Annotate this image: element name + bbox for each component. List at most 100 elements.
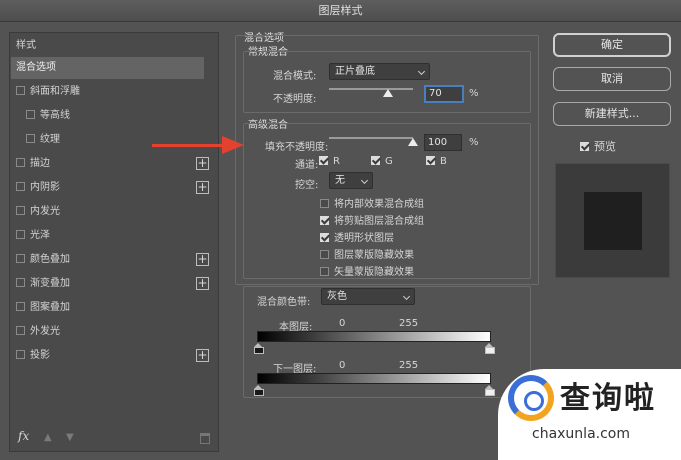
channel-b[interactable]: B: [426, 155, 447, 167]
vector-mask-hides-checkbox[interactable]: [320, 266, 329, 276]
bevel-emboss-checkbox[interactable]: [16, 85, 25, 95]
add-drop-shadow-icon[interactable]: +: [196, 349, 209, 362]
channel-r-checkbox[interactable]: [319, 155, 328, 165]
styles-item-inner-shadow[interactable]: 内阴影 +: [16, 177, 216, 199]
watermark-text: 查询啦: [560, 381, 656, 416]
inner-glow-checkbox[interactable]: [16, 205, 25, 215]
inner-shadow-checkbox[interactable]: [16, 181, 25, 191]
blend-interior-checkbox[interactable]: [320, 198, 329, 208]
add-inner-shadow-icon[interactable]: +: [196, 181, 209, 194]
chevron-down-icon: [417, 67, 426, 76]
add-color-overlay-icon[interactable]: +: [196, 253, 209, 266]
styles-item-label: 投影: [30, 350, 50, 361]
watermark: 查询啦 chaxunla.com: [498, 369, 681, 460]
channel-g-label: G: [385, 156, 393, 167]
channel-g-checkbox[interactable]: [371, 155, 380, 165]
blend-if-label: 混合颜色带:: [257, 297, 311, 308]
option-blend-clipped[interactable]: 将剪贴图层混合成组: [320, 212, 424, 227]
color-overlay-checkbox[interactable]: [16, 253, 25, 263]
underlying-layer-max: 255: [399, 360, 419, 371]
channel-r-label: R: [333, 156, 340, 167]
styles-item-label: 纹理: [40, 134, 60, 145]
blend-mode-label: 混合模式:: [273, 71, 317, 82]
preview-label: 预览: [594, 140, 616, 153]
fill-opacity-input[interactable]: 100: [424, 134, 462, 151]
styles-item-label: 内阴影: [30, 182, 60, 193]
blend-if-dropdown[interactable]: 灰色: [321, 288, 415, 305]
this-layer-max: 255: [399, 318, 419, 329]
opacity-unit: %: [469, 88, 479, 99]
styles-item-label: 外发光: [30, 326, 60, 337]
transparency-shapes-checkbox[interactable]: [320, 232, 329, 242]
ok-button[interactable]: 确定: [553, 33, 671, 57]
styles-item-label: 内发光: [30, 206, 60, 217]
fill-opacity-slider-thumb[interactable]: [408, 138, 418, 146]
styles-item-stroke[interactable]: 描边 +: [16, 153, 216, 175]
this-layer-white-handle[interactable]: [485, 343, 495, 354]
channel-g[interactable]: G: [371, 155, 393, 167]
option-label: 将剪贴图层混合成组: [334, 216, 424, 227]
blend-mode-dropdown[interactable]: 正片叠底: [329, 63, 430, 80]
styles-item-color-overlay[interactable]: 颜色叠加 +: [16, 249, 216, 271]
add-gradient-overlay-icon[interactable]: +: [196, 277, 209, 290]
styles-item-satin[interactable]: 光泽: [16, 225, 206, 247]
underlying-layer-black-handle[interactable]: [254, 385, 264, 396]
channel-r[interactable]: R: [319, 155, 340, 167]
move-down-icon[interactable]: ▼: [66, 432, 74, 443]
blend-clipped-checkbox[interactable]: [320, 215, 329, 225]
annotation-arrow-icon: [222, 136, 244, 154]
layer-mask-hides-checkbox[interactable]: [320, 249, 329, 259]
option-transparency-shapes[interactable]: 透明形状图层: [320, 229, 394, 244]
cancel-button[interactable]: 取消: [553, 67, 671, 91]
knockout-dropdown[interactable]: 无: [329, 172, 373, 189]
stroke-checkbox[interactable]: [16, 157, 25, 167]
blend-mode-value: 正片叠底: [335, 66, 375, 77]
styles-panel-footer: fx ▲ ▼: [10, 427, 218, 451]
move-up-icon[interactable]: ▲: [44, 432, 52, 443]
option-blend-interior[interactable]: 将内部效果混合成组: [320, 195, 424, 210]
channels-label: 通道:: [295, 160, 319, 171]
opacity-slider-thumb[interactable]: [382, 89, 393, 97]
satin-checkbox[interactable]: [16, 229, 25, 239]
styles-item-label: 混合选项: [16, 62, 56, 73]
styles-item-contour[interactable]: 等高线: [26, 105, 206, 127]
option-label: 将内部效果混合成组: [334, 199, 424, 210]
drop-shadow-checkbox[interactable]: [16, 349, 25, 359]
fx-icon[interactable]: fx: [18, 429, 29, 443]
texture-checkbox[interactable]: [26, 133, 35, 143]
opacity-input[interactable]: 70: [424, 85, 464, 103]
opacity-slider[interactable]: [329, 88, 413, 90]
underlying-layer-white-handle[interactable]: [485, 385, 495, 396]
styles-list-panel: 样式 混合选项 斜面和浮雕 等高线 纹理 描边 + 内阴影 + 内发光 光泽 颜…: [9, 32, 219, 452]
preview-checkbox[interactable]: [580, 141, 589, 151]
pattern-overlay-checkbox[interactable]: [16, 301, 25, 311]
styles-item-texture[interactable]: 纹理: [26, 129, 206, 151]
option-label: 图层蒙版隐藏效果: [334, 250, 414, 261]
add-stroke-icon[interactable]: +: [196, 157, 209, 170]
fill-opacity-unit: %: [469, 137, 479, 148]
blending-options-panel: 混合选项 常规混合 混合模式: 正片叠底 不透明度: 70 % 高级混合 填充不…: [233, 27, 541, 452]
underlying-layer-min: 0: [339, 360, 346, 371]
styles-item-pattern-overlay[interactable]: 图案叠加: [16, 297, 206, 319]
styles-item-label: 等高线: [40, 110, 70, 121]
trash-icon[interactable]: [200, 433, 210, 444]
styles-item-outer-glow[interactable]: 外发光: [16, 321, 206, 343]
styles-item-blending-options[interactable]: 混合选项: [11, 57, 204, 79]
option-layer-mask-hides[interactable]: 图层蒙版隐藏效果: [320, 246, 414, 261]
this-layer-gradient: [257, 331, 491, 342]
styles-item-bevel-emboss[interactable]: 斜面和浮雕: [16, 81, 206, 103]
fill-opacity-slider[interactable]: [329, 137, 413, 139]
new-style-button[interactable]: 新建样式...: [553, 102, 671, 126]
contour-checkbox[interactable]: [26, 109, 35, 119]
styles-item-label: 图案叠加: [30, 302, 70, 313]
this-layer-black-handle[interactable]: [254, 343, 264, 354]
styles-item-inner-glow[interactable]: 内发光: [16, 201, 206, 223]
option-label: 透明形状图层: [334, 233, 394, 244]
styles-item-drop-shadow[interactable]: 投影 +: [16, 345, 216, 367]
styles-item-gradient-overlay[interactable]: 渐变叠加 +: [16, 273, 216, 295]
preview-toggle[interactable]: 预览: [580, 138, 616, 154]
channel-b-checkbox[interactable]: [426, 155, 435, 165]
gradient-overlay-checkbox[interactable]: [16, 277, 25, 287]
option-vector-mask-hides[interactable]: 矢量蒙版隐藏效果: [320, 263, 414, 278]
outer-glow-checkbox[interactable]: [16, 325, 25, 335]
